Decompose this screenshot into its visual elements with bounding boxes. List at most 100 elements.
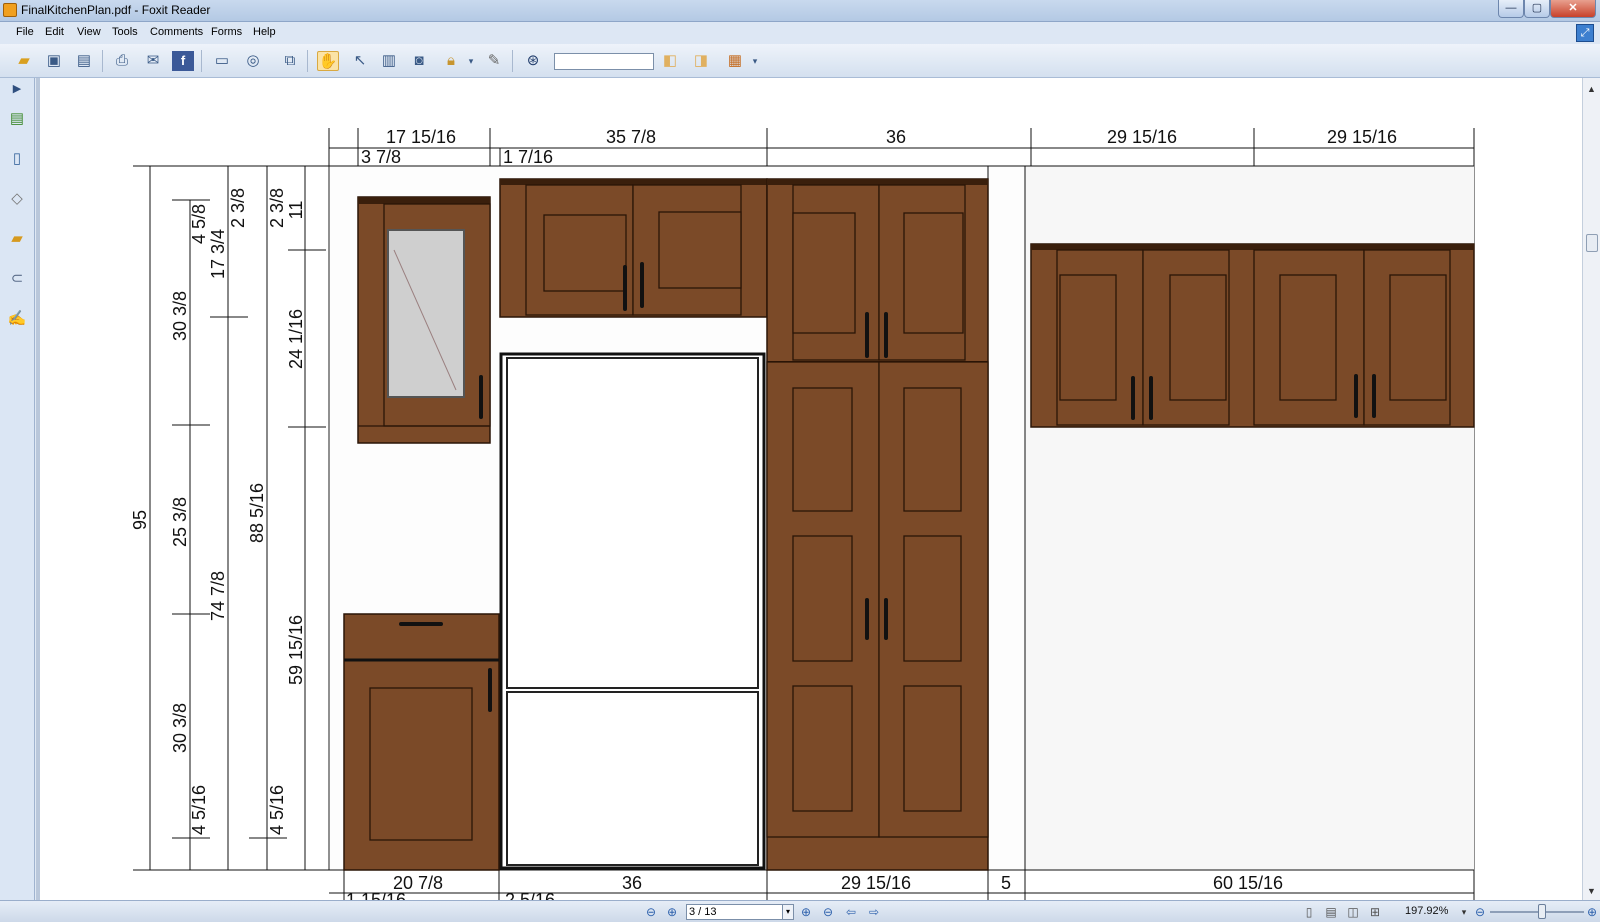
left-dim-label: 2 3/8 xyxy=(228,188,248,228)
left-dim-label: 24 1/16 xyxy=(286,309,306,369)
last-page-icon[interactable]: ⊖ xyxy=(820,904,836,920)
maximize-button[interactable]: ▢ xyxy=(1524,0,1550,18)
bottom-dim-label: 36 xyxy=(622,873,642,893)
fullscreen-icon[interactable]: ▭ xyxy=(211,51,233,71)
refrigerator xyxy=(499,352,766,870)
find-next-icon[interactable]: ◨ xyxy=(690,51,712,71)
scrollbar-thumb[interactable] xyxy=(1586,234,1598,252)
toolbar-separator xyxy=(102,50,103,72)
menu-bar: File Edit View Tools Comments Forms Help… xyxy=(0,22,1600,44)
bottom-dim-label: 29 15/16 xyxy=(841,873,911,893)
continuous-facing-icon[interactable]: ⊞ xyxy=(1367,904,1383,920)
top-dim-label: 17 15/16 xyxy=(386,127,456,147)
title-bar: FinalKitchenPlan.pdf - Foxit Reader — ▢ … xyxy=(0,0,1600,22)
toolbar-separator xyxy=(201,50,202,72)
snapshot-icon[interactable]: ◙ xyxy=(408,51,430,71)
sign-icon[interactable]: ✎ xyxy=(483,51,505,71)
signatures-icon[interactable]: ✍ xyxy=(6,308,28,330)
menu-forms[interactable]: Forms xyxy=(211,26,242,38)
page-number-input[interactable] xyxy=(686,904,784,920)
menu-file[interactable]: File xyxy=(16,26,34,38)
first-page-icon[interactable]: ⊖ xyxy=(643,904,659,920)
left-dim-label: 4 5/16 xyxy=(267,785,287,835)
menu-edit[interactable]: Edit xyxy=(45,26,64,38)
select-tool-icon[interactable]: ↖ xyxy=(349,51,371,71)
left-dim-label: 30 3/8 xyxy=(170,291,190,341)
text-select-icon[interactable]: ▥ xyxy=(378,51,400,71)
layers-icon[interactable]: ◇ xyxy=(6,188,28,210)
chevron-down-icon[interactable]: ▾ xyxy=(744,51,766,71)
top-dim-label: 35 7/8 xyxy=(606,127,656,147)
collapse-arrow-icon[interactable]: ▶ xyxy=(6,78,28,100)
email-icon[interactable]: ✉ xyxy=(142,51,164,71)
zoom-out-icon[interactable]: ⊖ xyxy=(1472,904,1488,920)
scroll-down-icon[interactable]: ▼ xyxy=(1587,886,1596,896)
open-icon[interactable]: ▰ xyxy=(13,51,35,71)
toolbar-separator xyxy=(512,50,513,72)
toolbar: ▰ ▣ ▤ ⎙ ✉ f ▭ ◎ ⧉ ✋ ↖ ▥ ◙ 🔒︎ ▾ ✎ ⊛ ◧ ◨ ▦… xyxy=(0,44,1600,78)
left-dim-label: 30 3/8 xyxy=(170,703,190,753)
menu-comments[interactable]: Comments xyxy=(150,26,203,38)
tools-menu-icon[interactable]: ▦ xyxy=(724,51,746,71)
foxit-app-icon xyxy=(3,3,17,17)
right-upper-cabinets xyxy=(1030,243,1475,428)
previous-page-icon[interactable]: ⊕ xyxy=(664,904,680,920)
save-as-icon[interactable]: ▤ xyxy=(73,51,95,71)
menu-tools[interactable]: Tools xyxy=(112,26,138,38)
left-dim-label: 74 7/8 xyxy=(208,571,228,621)
base-cabinet xyxy=(343,613,500,871)
left-dim-label: 95 xyxy=(130,510,150,530)
close-button[interactable]: ✕ xyxy=(1550,0,1596,18)
vertical-scrollbar[interactable]: ▲ ▼ xyxy=(1582,78,1600,900)
left-dim-label: 17 3/4 xyxy=(208,229,228,279)
left-dim-label: 4 5/16 xyxy=(189,785,209,835)
chevron-down-icon[interactable]: ▾ xyxy=(1456,904,1472,920)
find-prev-icon[interactable]: ◧ xyxy=(659,51,681,71)
menu-view[interactable]: View xyxy=(77,26,101,38)
window-title: FinalKitchenPlan.pdf - Foxit Reader xyxy=(21,3,211,17)
over-fridge-cabinet xyxy=(499,178,768,318)
scroll-up-icon[interactable]: ▲ xyxy=(1587,84,1596,94)
bottom-dim-label: 60 15/16 xyxy=(1213,873,1283,893)
menu-help[interactable]: Help xyxy=(253,26,276,38)
find-icon[interactable]: ⊛ xyxy=(522,51,544,71)
top-dim-label: 1 7/16 xyxy=(503,147,553,167)
bottom-dim-label: 2 5/16 xyxy=(505,890,555,900)
bottom-dim-label: 1 15/16 xyxy=(346,890,406,900)
page-edge xyxy=(36,78,40,900)
glass-door-cabinet xyxy=(357,196,491,444)
left-dim-label: 2 3/8 xyxy=(267,188,287,228)
save-icon[interactable]: ▣ xyxy=(43,51,65,71)
comments-icon[interactable]: ▰ xyxy=(6,228,28,250)
single-page-icon[interactable]: ▯ xyxy=(1301,904,1317,920)
top-dim-label: 29 15/16 xyxy=(1107,127,1177,147)
left-dim-label: 25 3/8 xyxy=(170,497,190,547)
go-forward-icon[interactable]: ⇨ xyxy=(866,904,882,920)
facebook-icon[interactable]: f xyxy=(172,51,194,71)
go-back-icon[interactable]: ⇦ xyxy=(843,904,859,920)
fit-page-icon[interactable]: ⧉ xyxy=(279,51,301,71)
print-icon[interactable]: ⎙ xyxy=(111,51,133,71)
minimize-button[interactable]: — xyxy=(1498,0,1524,18)
toolbar-separator xyxy=(307,50,308,72)
chevron-down-icon[interactable]: ▾ xyxy=(782,904,794,920)
resize-view-icon[interactable]: ⤢ xyxy=(1576,24,1594,42)
zoom-slider-thumb[interactable] xyxy=(1537,904,1546,919)
attachments-icon[interactable]: ⊂ xyxy=(6,268,28,290)
find-input[interactable] xyxy=(554,53,654,70)
continuous-icon[interactable]: ▤ xyxy=(1323,904,1339,920)
facing-icon[interactable]: ◫ xyxy=(1345,904,1361,920)
pages-icon[interactable]: ▯ xyxy=(6,148,28,170)
left-dim-label: 88 5/16 xyxy=(247,483,267,543)
tall-pantry-cabinet xyxy=(766,178,989,871)
document-viewport[interactable]: .dim { stroke:#111; stroke-width:1; fill… xyxy=(36,78,1582,900)
fit-icon[interactable]: ◎ xyxy=(242,51,264,71)
bookmarks-icon[interactable]: ▤ xyxy=(6,108,28,130)
zoom-in-icon[interactable]: ⊕ xyxy=(1584,904,1600,920)
top-dim-label: 29 15/16 xyxy=(1327,127,1397,147)
rms-icon[interactable]: 🔒︎ xyxy=(440,51,462,71)
bottom-dim-label: 5 xyxy=(1001,873,1011,893)
next-page-icon[interactable]: ⊕ xyxy=(798,904,814,920)
hand-tool-icon[interactable]: ✋ xyxy=(317,51,339,71)
chevron-down-icon[interactable]: ▾ xyxy=(460,51,482,71)
